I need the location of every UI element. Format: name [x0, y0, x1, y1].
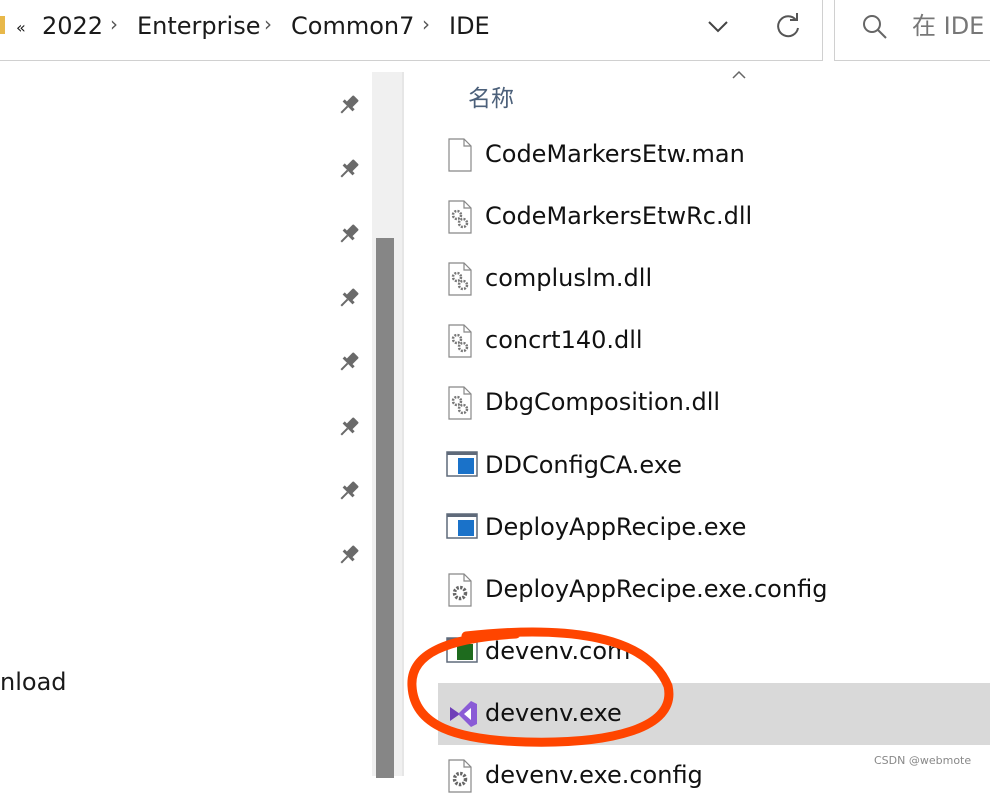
breadcrumb-separator-1[interactable]: › [110, 12, 118, 36]
file-row[interactable]: DeployAppRecipe.exe [438, 497, 990, 559]
pin-icon[interactable] [336, 156, 362, 182]
file-name: DDConfigCA.exe [485, 450, 682, 479]
config-gear-icon [446, 759, 474, 793]
exe-window-icon [446, 511, 478, 545]
file-row[interactable]: DeployAppRecipe.exe.config [438, 559, 990, 621]
file-row[interactable]: devenv.com [438, 621, 990, 683]
file-name: devenv.exe.config [485, 761, 703, 789]
dll-gear-icon [446, 262, 474, 296]
file-name: devenv.exe [485, 698, 622, 727]
breadcrumb-item-enterprise[interactable]: Enterprise [137, 10, 260, 42]
dll-gear-icon [446, 324, 474, 358]
pin-icon[interactable] [336, 478, 362, 504]
sort-ascending-icon [732, 70, 746, 79]
folder-icon [0, 16, 5, 34]
file-row[interactable]: compluslm.dll [438, 248, 990, 310]
pin-icon[interactable] [336, 92, 362, 118]
file-row[interactable]: concrt140.dll [438, 310, 990, 372]
file-name: CodeMarkersEtw.man [485, 140, 745, 168]
column-header-name[interactable]: 名称 [468, 84, 514, 114]
com-console-icon [446, 635, 478, 669]
nav-scrollbar-thumb[interactable] [376, 238, 394, 778]
search-placeholder[interactable]: 在 IDE [912, 10, 984, 42]
file-name: concrt140.dll [485, 326, 643, 355]
search-icon [863, 15, 887, 39]
nav-item-download[interactable]: nload [0, 666, 67, 698]
refresh-icon[interactable] [770, 8, 806, 44]
pin-icon[interactable] [336, 285, 362, 311]
breadcrumb-item-common7[interactable]: Common7 [291, 10, 414, 42]
exe-window-icon [446, 449, 478, 483]
pin-icon[interactable] [336, 349, 362, 375]
config-gear-icon [446, 573, 474, 607]
breadcrumb-overflow-button[interactable]: « [16, 12, 26, 44]
visual-studio-icon [446, 697, 477, 731]
file-row[interactable]: CodeMarkersEtwRc.dll [438, 186, 990, 248]
file-name: compluslm.dll [485, 264, 653, 293]
breadcrumb-item-ide[interactable]: IDE [449, 10, 490, 42]
breadcrumb-item-2022[interactable]: 2022 [42, 10, 103, 42]
pin-icon[interactable] [336, 221, 362, 247]
chevron-down-icon[interactable] [700, 10, 736, 44]
dll-gear-icon [446, 386, 474, 420]
file-name: DbgComposition.dll [485, 388, 721, 417]
pin-icon[interactable] [336, 414, 362, 440]
breadcrumb-separator-2[interactable]: › [264, 12, 272, 36]
breadcrumb-separator-3[interactable]: › [422, 12, 430, 36]
dll-gear-icon [446, 200, 474, 234]
file-row-selected[interactable]: devenv.exe [438, 682, 990, 745]
pane-divider[interactable] [402, 72, 404, 776]
file-name: CodeMarkersEtwRc.dll [485, 202, 753, 231]
file-name: DeployAppRecipe.exe [485, 512, 747, 541]
document-icon [446, 138, 474, 172]
file-row[interactable]: CodeMarkersEtw.man [438, 124, 990, 186]
watermark: CSDN @webmote [874, 754, 972, 767]
pin-icon[interactable] [336, 542, 362, 568]
file-name: devenv.com [485, 636, 631, 665]
file-row[interactable]: DDConfigCA.exe [438, 435, 990, 497]
file-name: DeployAppRecipe.exe.config [485, 574, 828, 603]
file-row[interactable]: DbgComposition.dll [438, 372, 990, 434]
